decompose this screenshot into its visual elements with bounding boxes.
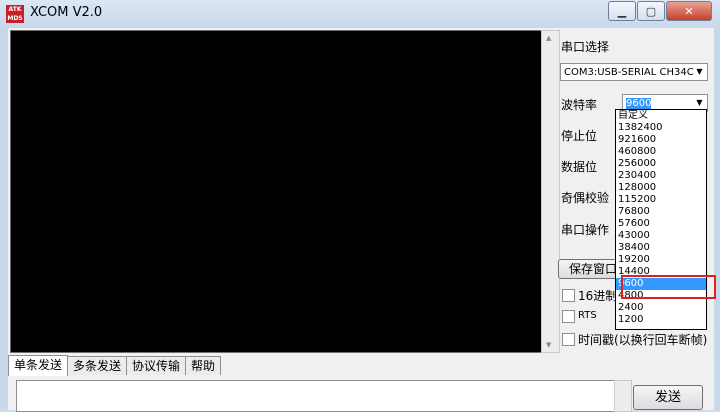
baud-option[interactable]: 1200 [616,314,706,326]
stop-bits-label: 停止位 [561,129,598,143]
tab-protocol[interactable]: 协议传输 [126,356,187,375]
alientek-logo-icon: ATK MDS [6,5,24,23]
baud-option[interactable]: 230400 [616,170,706,182]
port-op-label: 串口操作 [561,223,610,237]
rts-label: RTS [578,310,597,321]
parity-label: 奇偶校验 [561,191,610,205]
baud-option[interactable]: 460800 [616,146,706,158]
baud-option[interactable]: 76800 [616,206,706,218]
send-input[interactable] [16,380,616,412]
tab-single-send[interactable]: 单条发送 [8,355,69,376]
baud-option[interactable]: 43000 [616,230,706,242]
rts-checkbox[interactable] [562,310,575,323]
send-scrollbar[interactable] [614,380,632,412]
window-controls: ▁ ▢ ✕ [607,1,712,21]
baud-option[interactable]: 57600 [616,218,706,230]
baud-option[interactable]: 自定义 [616,110,706,122]
baud-option[interactable]: 1382400 [616,122,706,134]
title-bar: ATK MDS XCOM V2.0 ▁ ▢ ✕ [0,0,720,28]
baud-option[interactable]: 2400 [616,302,706,314]
minimize-button[interactable]: ▁ [608,1,636,21]
app-window: ATK MDS XCOM V2.0 ▁ ▢ ✕ ▲ ▼ 串口选择 COM3:USB… [0,0,720,412]
maximize-button[interactable]: ▢ [637,1,665,21]
port-select[interactable]: COM3:USB-SERIAL CH34C ▼ [560,63,708,81]
scroll-down-icon[interactable]: ▼ [546,341,551,349]
highlight-box [621,275,716,299]
port-select-label: 串口选择 [561,40,610,54]
baud-option[interactable]: 256000 [616,158,706,170]
timestamp-checkbox[interactable] [562,333,575,346]
baud-option[interactable]: 19200 [616,254,706,266]
baud-option[interactable]: 38400 [616,242,706,254]
scroll-up-icon[interactable]: ▲ [546,34,551,42]
send-button[interactable]: 发送 [633,385,703,410]
client-area: ▲ ▼ [8,28,714,410]
hex-display-label: 16进制 [578,289,618,303]
baud-option[interactable]: 921600 [616,134,706,146]
close-button[interactable]: ✕ [666,1,712,21]
chevron-down-icon[interactable]: ▼ [692,64,707,80]
port-value: COM3:USB-SERIAL CH34C [564,67,694,78]
data-bits-label: 数据位 [561,160,598,174]
baud-option[interactable]: 115200 [616,194,706,206]
baud-option[interactable]: 128000 [616,182,706,194]
timestamp-label: 时间戳(以换行回车断帧) [578,333,708,347]
tab-help[interactable]: 帮助 [185,356,222,375]
baud-label: 波特率 [561,98,598,112]
tab-multi-send[interactable]: 多条发送 [67,356,128,375]
receive-area[interactable] [10,30,542,353]
send-tabs: 单条发送 多条发送 协议传输 帮助 [8,355,222,376]
baud-value: 9600 [626,98,652,109]
receive-scrollbar[interactable]: ▲ ▼ [541,30,560,353]
window-title: XCOM V2.0 [30,5,103,20]
hex-display-checkbox[interactable] [562,289,575,302]
